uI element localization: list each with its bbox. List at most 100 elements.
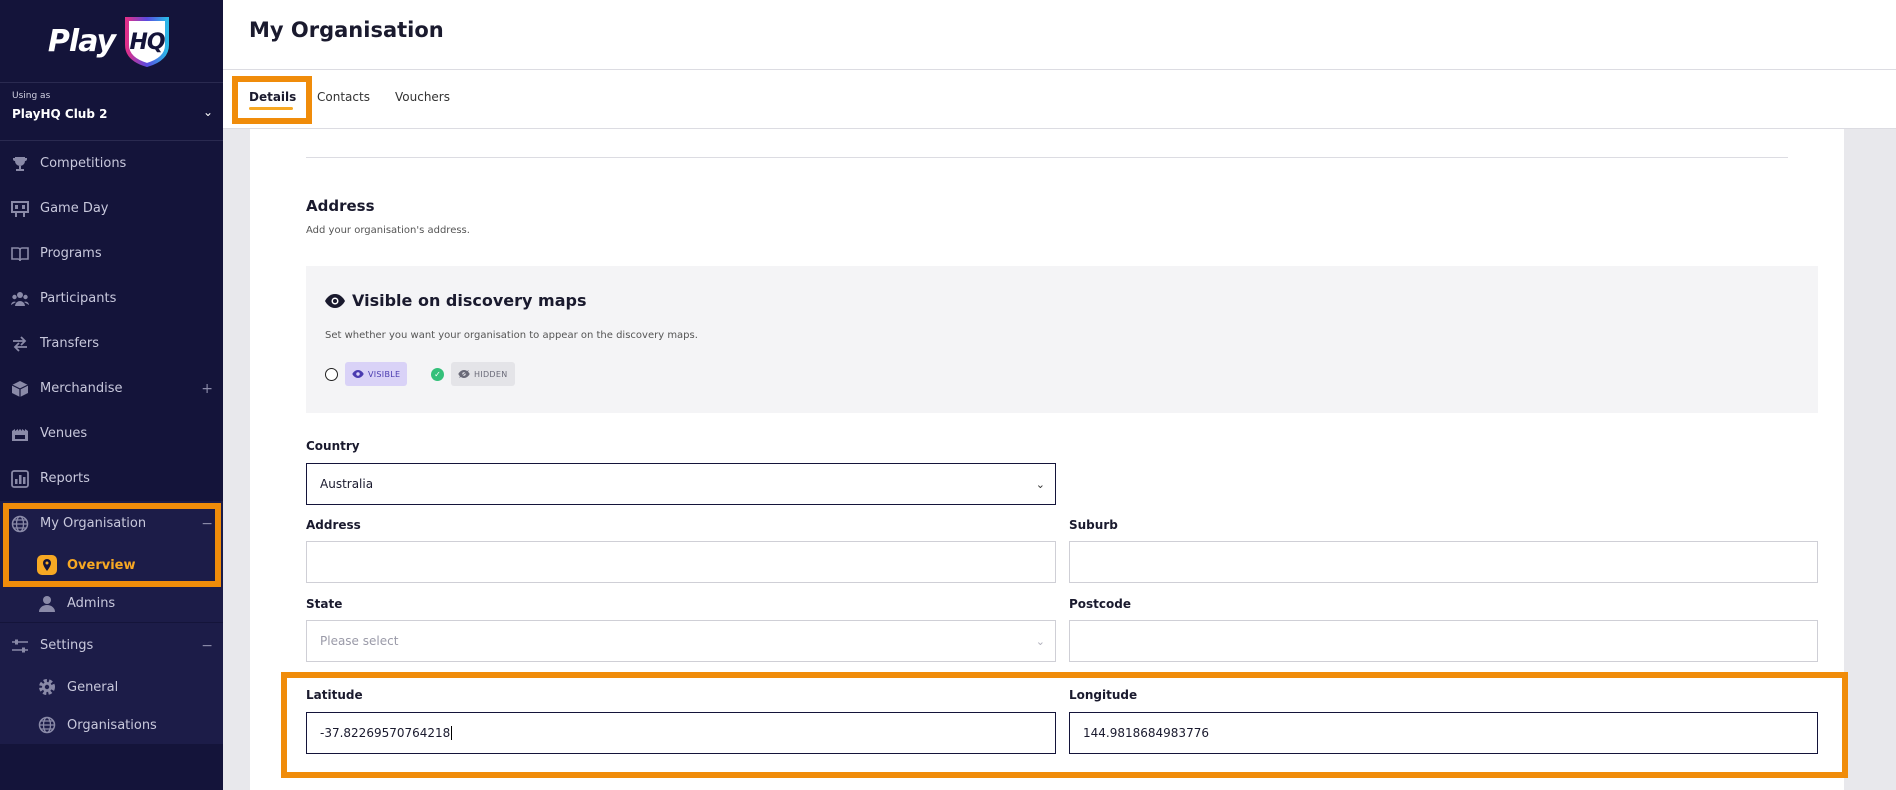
gear-icon bbox=[37, 677, 57, 697]
sidebar-item-label: Organisations bbox=[67, 717, 157, 733]
latitude-value: -37.82269570764218 bbox=[320, 726, 451, 740]
globe-icon bbox=[10, 514, 30, 534]
text-cursor bbox=[451, 726, 453, 740]
state-select[interactable]: Please select ⌄ bbox=[306, 620, 1056, 662]
section-title: Address bbox=[306, 197, 375, 215]
sidebar-subitem-general[interactable]: General bbox=[0, 668, 223, 706]
tab-bar: Details Contacts Vouchers bbox=[223, 70, 1896, 129]
address-field[interactable] bbox=[306, 541, 1056, 583]
eye-icon bbox=[352, 370, 364, 378]
sidebar-subitem-admins[interactable]: Admins bbox=[0, 584, 223, 622]
collapse-icon[interactable]: − bbox=[201, 516, 213, 532]
chevron-down-icon: ⌄ bbox=[1035, 477, 1045, 491]
logo-text: Play bbox=[47, 23, 116, 59]
sidebar-item-label: Merchandise bbox=[40, 381, 123, 396]
book-icon bbox=[10, 244, 30, 264]
sidebar: Play HQ Using as PlayHQ Club 2 ⌄ Competi… bbox=[0, 0, 223, 790]
visible-pill[interactable]: VISIBLE bbox=[345, 362, 408, 386]
hidden-pill[interactable]: HIDDEN bbox=[451, 362, 515, 386]
suburb-label: Suburb bbox=[1069, 518, 1118, 532]
sliders-icon bbox=[10, 636, 30, 656]
tab-vouchers[interactable]: Vouchers bbox=[395, 90, 450, 104]
hidden-label: HIDDEN bbox=[474, 369, 508, 379]
arrows-icon bbox=[10, 334, 30, 354]
suburb-field[interactable] bbox=[1069, 541, 1818, 583]
page-title: My Organisation bbox=[249, 18, 444, 42]
state-label: State bbox=[306, 597, 343, 611]
sidebar-item-venues[interactable]: Venues bbox=[0, 411, 223, 456]
sidebar-item-my-organisation[interactable]: My Organisation − bbox=[0, 501, 223, 546]
playhq-logo[interactable]: Play HQ bbox=[0, 0, 223, 83]
country-value: Australia bbox=[320, 477, 374, 491]
postcode-field[interactable] bbox=[1069, 620, 1818, 662]
longitude-value: 144.9818684983776 bbox=[1083, 726, 1209, 740]
trophy-icon bbox=[10, 154, 30, 174]
discovery-maps-panel: Visible on discovery maps Set whether yo… bbox=[306, 266, 1818, 413]
longitude-field[interactable]: 144.9818684983776 bbox=[1069, 712, 1818, 754]
location-pin-icon bbox=[37, 555, 57, 575]
sidebar-item-label: Programs bbox=[40, 246, 102, 261]
section-subtitle: Add your organisation's address. bbox=[306, 225, 470, 236]
chevron-down-icon[interactable]: ⌄ bbox=[203, 105, 213, 119]
box-icon bbox=[10, 379, 30, 399]
latitude-label: Latitude bbox=[306, 688, 363, 702]
sidebar-item-label: Settings bbox=[40, 638, 94, 653]
sidebar-item-label: Venues bbox=[40, 426, 88, 441]
discovery-title-text: Visible on discovery maps bbox=[352, 291, 587, 310]
details-form: Address Add your organisation's address.… bbox=[250, 129, 1844, 790]
sidebar-item-label: Admins bbox=[67, 595, 116, 611]
latitude-field[interactable]: -37.82269570764218 bbox=[306, 712, 1056, 754]
divider bbox=[306, 157, 1788, 158]
globe-icon bbox=[37, 715, 57, 735]
longitude-label: Longitude bbox=[1069, 688, 1138, 702]
sidebar-item-label: Game Day bbox=[40, 201, 109, 216]
sidebar-item-reports[interactable]: Reports bbox=[0, 456, 223, 501]
stadium-icon bbox=[10, 424, 30, 444]
sidebar-item-label: General bbox=[67, 679, 119, 695]
chevron-down-icon: ⌄ bbox=[1035, 634, 1045, 648]
expand-icon[interactable]: + bbox=[201, 381, 213, 397]
svg-text:HQ: HQ bbox=[130, 30, 165, 55]
settings-group: Settings − General Organisations bbox=[0, 623, 223, 744]
postcode-label: Postcode bbox=[1069, 597, 1132, 611]
sidebar-item-settings[interactable]: Settings − bbox=[0, 623, 223, 668]
active-tab-underline bbox=[249, 107, 293, 110]
sidebar-item-label: Transfers bbox=[40, 336, 100, 351]
sidebar-item-label: Competitions bbox=[40, 156, 127, 171]
page-header: My Organisation bbox=[223, 0, 1896, 70]
sidebar-item-programs[interactable]: Programs bbox=[0, 231, 223, 276]
eye-icon bbox=[325, 293, 345, 308]
tab-details[interactable]: Details bbox=[249, 90, 296, 104]
using-as-label: Using as bbox=[12, 91, 51, 101]
sidebar-item-transfers[interactable]: Transfers bbox=[0, 321, 223, 366]
visible-radio[interactable] bbox=[325, 368, 338, 381]
eye-off-icon bbox=[458, 370, 470, 378]
country-select[interactable]: Australia ⌄ bbox=[306, 463, 1056, 505]
sidebar-subitem-organisations[interactable]: Organisations bbox=[0, 706, 223, 744]
hq-shield-icon: HQ bbox=[125, 17, 170, 67]
current-club-name: PlayHQ Club 2 bbox=[12, 107, 108, 121]
sidebar-item-label: Participants bbox=[40, 291, 117, 306]
sidebar-item-participants[interactable]: Participants bbox=[0, 276, 223, 321]
country-label: Country bbox=[306, 439, 360, 453]
address-label: Address bbox=[306, 518, 361, 532]
my-organisation-group: My Organisation − Overview Admins bbox=[0, 501, 223, 622]
discovery-subtitle: Set whether you want your organisation t… bbox=[325, 330, 698, 341]
collapse-icon[interactable]: − bbox=[201, 638, 213, 654]
selected-check-icon[interactable]: ✓ bbox=[431, 368, 444, 381]
sidebar-subitem-overview[interactable]: Overview bbox=[0, 546, 223, 584]
sidebar-item-game-day[interactable]: Game Day bbox=[0, 186, 223, 231]
scoreboard-icon bbox=[10, 199, 30, 219]
people-icon bbox=[10, 289, 30, 309]
sidebar-item-merchandise[interactable]: Merchandise + bbox=[0, 366, 223, 411]
sidebar-item-competitions[interactable]: Competitions bbox=[0, 141, 223, 186]
user-icon bbox=[37, 593, 57, 613]
tab-contacts[interactable]: Contacts bbox=[317, 90, 370, 104]
sidebar-item-label: Overview bbox=[67, 557, 136, 573]
sidebar-item-label: Reports bbox=[40, 471, 90, 486]
visible-label: VISIBLE bbox=[368, 369, 401, 379]
report-icon bbox=[10, 469, 30, 489]
sidebar-item-label: My Organisation bbox=[40, 516, 147, 531]
state-placeholder: Please select bbox=[320, 634, 399, 648]
org-switcher[interactable]: Using as PlayHQ Club 2 ⌄ bbox=[0, 83, 223, 141]
